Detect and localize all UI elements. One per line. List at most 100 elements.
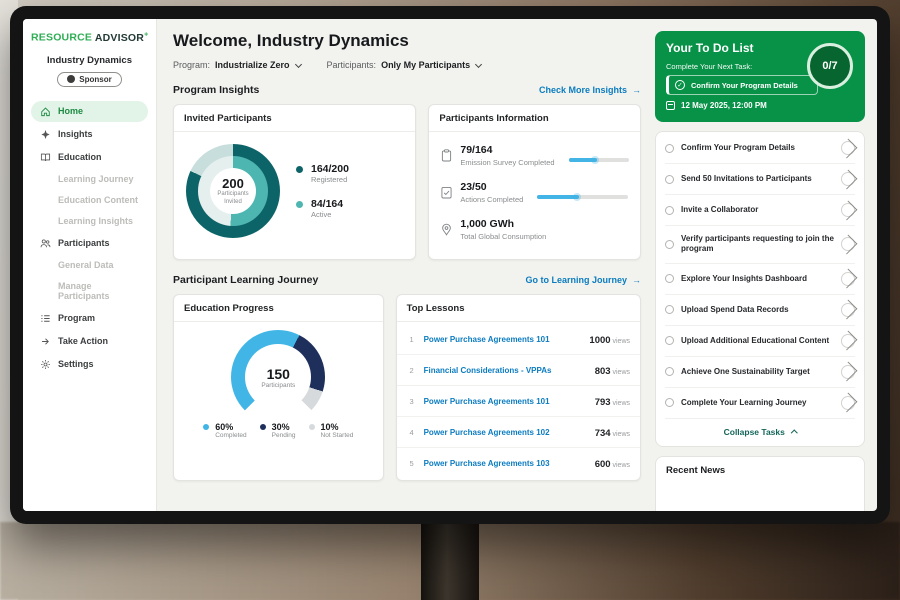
task-chevron-button[interactable] xyxy=(841,272,855,286)
task-row[interactable]: Upload Spend Data Records xyxy=(665,295,855,326)
sidebar-item-learning-journey[interactable]: Learning Journey xyxy=(31,170,148,189)
chevron-right-icon xyxy=(838,234,858,254)
lesson-views: 734 views xyxy=(595,423,630,441)
task-checkbox[interactable] xyxy=(665,367,674,376)
lesson-rank: 2 xyxy=(407,366,417,375)
filter-value: Industrialize Zero xyxy=(215,60,290,70)
filter-label: Participants: xyxy=(327,60,377,70)
task-chevron-button[interactable] xyxy=(841,365,855,379)
task-label: Send 50 Invitations to Participants xyxy=(681,174,834,184)
task-row[interactable]: Upload Additional Educational Content xyxy=(665,326,855,357)
chevron-right-icon xyxy=(838,269,858,289)
chevron-right-icon xyxy=(838,138,858,158)
check-more-insights-link[interactable]: Check More Insights → xyxy=(539,85,641,95)
lesson-views-label: views xyxy=(611,400,630,407)
task-chevron-button[interactable] xyxy=(841,141,855,155)
sidebar-item-manage-participants[interactable]: Manage Participants xyxy=(31,277,148,306)
lesson-views-label: views xyxy=(611,462,630,469)
task-checkbox[interactable] xyxy=(665,336,674,345)
lesson-link[interactable]: Power Purchase Agreements 103 xyxy=(424,459,588,468)
task-checkbox[interactable] xyxy=(665,175,674,184)
legend-label: Completed xyxy=(215,432,246,439)
todo-due-label: 12 May 2025, 12:00 PM xyxy=(681,101,767,110)
sidebar-item-participants[interactable]: Participants xyxy=(31,233,148,254)
sidebar-item-label: General Data xyxy=(58,260,114,270)
todo-next-task[interactable]: ✓ Confirm Your Program Details xyxy=(666,75,818,95)
filter-program-dropdown[interactable]: Program: Industrialize Zero xyxy=(173,60,301,70)
task-label: Complete Your Learning Journey xyxy=(681,398,834,408)
sidebar-item-label: Manage Participants xyxy=(58,281,139,301)
task-checkbox[interactable] xyxy=(665,398,674,407)
education-gauge-chart: 150 Participants xyxy=(231,330,325,424)
task-chevron-button[interactable] xyxy=(841,237,855,251)
progress-fill xyxy=(569,158,598,162)
todo-subtitle: Complete Your Next Task: xyxy=(666,62,854,71)
lesson-views-count: 1000 xyxy=(589,335,610,346)
task-row[interactable]: Confirm Your Program Details xyxy=(665,133,855,164)
legend-value: 60% xyxy=(215,422,246,432)
task-checkbox[interactable] xyxy=(665,305,674,314)
task-chevron-button[interactable] xyxy=(841,303,855,317)
task-checkbox[interactable] xyxy=(665,206,674,215)
legend-item: 84/164Active xyxy=(296,198,349,219)
task-chevron-button[interactable] xyxy=(841,396,855,410)
donut-center-label: Participants Invited xyxy=(213,191,253,206)
sidebar-item-home[interactable]: Home xyxy=(31,101,148,122)
lesson-row: 3Power Purchase Agreements 101793 views xyxy=(397,386,640,417)
lesson-row: 5Power Purchase Agreements 103600 views xyxy=(397,448,640,478)
task-row[interactable]: Explore Your Insights Dashboard xyxy=(665,264,855,295)
todo-summary-card: Your To Do List 0/7 Complete Your Next T… xyxy=(655,31,865,122)
filter-value: Only My Participants xyxy=(381,60,470,70)
filter-label: Program: xyxy=(173,60,210,70)
legend-dot xyxy=(203,424,209,430)
progress-bar xyxy=(569,158,629,162)
sidebar-item-label: Education xyxy=(58,152,102,162)
legend-label: Active xyxy=(311,210,349,219)
task-row[interactable]: Verify participants requesting to join t… xyxy=(665,226,855,264)
collapse-tasks-label: Collapse Tasks xyxy=(724,427,785,437)
org-name: Industry Dynamics xyxy=(31,55,148,66)
task-checkbox[interactable] xyxy=(665,240,674,249)
collapse-tasks-button[interactable]: Collapse Tasks xyxy=(665,419,855,443)
arrow-right-icon: → xyxy=(632,85,641,95)
task-chevron-button[interactable] xyxy=(841,203,855,217)
sidebar-item-take-action[interactable]: Take Action xyxy=(31,331,148,352)
lesson-views-label: views xyxy=(611,338,630,345)
legend-value: 164/200 xyxy=(311,163,349,175)
calendar-icon xyxy=(666,101,675,110)
task-row[interactable]: Complete Your Learning Journey xyxy=(665,388,855,419)
sidebar-item-insights[interactable]: Insights xyxy=(31,124,148,145)
sidebar-item-learning-insights[interactable]: Learning Insights xyxy=(31,212,148,231)
section-title-learning-journey: Participant Learning Journey xyxy=(173,274,318,286)
task-label: Verify participants requesting to join t… xyxy=(681,234,834,255)
sidebar-item-education-content[interactable]: Education Content xyxy=(31,191,148,210)
sponsor-icon xyxy=(67,75,75,83)
lesson-link[interactable]: Financial Considerations - VPPAs xyxy=(424,366,588,375)
energy-icon xyxy=(441,223,452,236)
chevron-right-icon xyxy=(838,393,858,413)
task-checkbox[interactable] xyxy=(665,144,674,153)
lesson-row: 4Power Purchase Agreements 102734 views xyxy=(397,417,640,448)
tasks-container: Confirm Your Program Details Send 50 Invi… xyxy=(665,133,855,419)
lesson-link[interactable]: Power Purchase Agreements 101 xyxy=(424,397,588,406)
sidebar-item-education[interactable]: Education xyxy=(31,147,148,168)
go-to-learning-journey-link[interactable]: Go to Learning Journey → xyxy=(525,275,641,285)
education-progress-card: Education Progress 150 Participants 60%C… xyxy=(173,294,384,481)
lesson-link[interactable]: Power Purchase Agreements 102 xyxy=(424,428,588,437)
filter-participants-dropdown[interactable]: Participants: Only My Participants xyxy=(327,60,482,70)
sidebar: RESOURCE ADVISOR+ Industry Dynamics Spon… xyxy=(23,19,157,511)
task-chevron-button[interactable] xyxy=(841,172,855,186)
gauge-legend-item: 10%Not Started xyxy=(309,422,354,439)
sidebar-item-settings[interactable]: Settings xyxy=(31,354,148,375)
sidebar-item-general-data[interactable]: General Data xyxy=(31,256,148,275)
task-row[interactable]: Invite a Collaborator xyxy=(665,195,855,226)
donut-center-value: 200 xyxy=(222,176,244,191)
task-row[interactable]: Send 50 Invitations to Participants xyxy=(665,164,855,195)
gauge-legend: 60%Completed30%Pending10%Not Started xyxy=(203,422,353,439)
lesson-link[interactable]: Power Purchase Agreements 101 xyxy=(424,335,583,344)
learning-cards-row: Education Progress 150 Participants 60%C… xyxy=(173,294,641,481)
task-checkbox[interactable] xyxy=(665,274,674,283)
task-row[interactable]: Achieve One Sustainability Target xyxy=(665,357,855,388)
task-chevron-button[interactable] xyxy=(841,334,855,348)
sidebar-item-program[interactable]: Program xyxy=(31,308,148,329)
